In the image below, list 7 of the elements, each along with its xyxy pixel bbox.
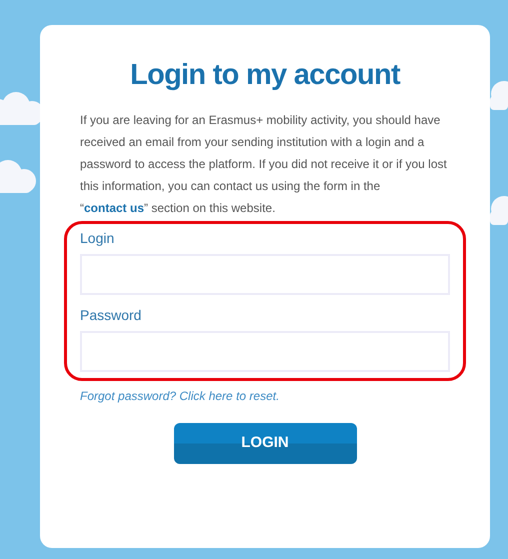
field-label: Password bbox=[80, 306, 142, 325]
page-title: Login to my account bbox=[129, 58, 402, 93]
field-label: Login bbox=[80, 229, 116, 248]
contact-us-link[interactable]: contact us bbox=[84, 201, 144, 215]
forgot-password-link[interactable]: Forgot password? Click here to reset. bbox=[80, 387, 450, 405]
intro-paragraph: If you are leaving for an Erasmus+ mobility activity, you should have received an email from your sending institution with a login and a password to access the platform. If you did not receive it or if you lost this information, you can contact us using the form in the “contact us” section on this website. bbox=[80, 112, 448, 217]
login-button[interactable]: LOGIN bbox=[174, 423, 356, 464]
